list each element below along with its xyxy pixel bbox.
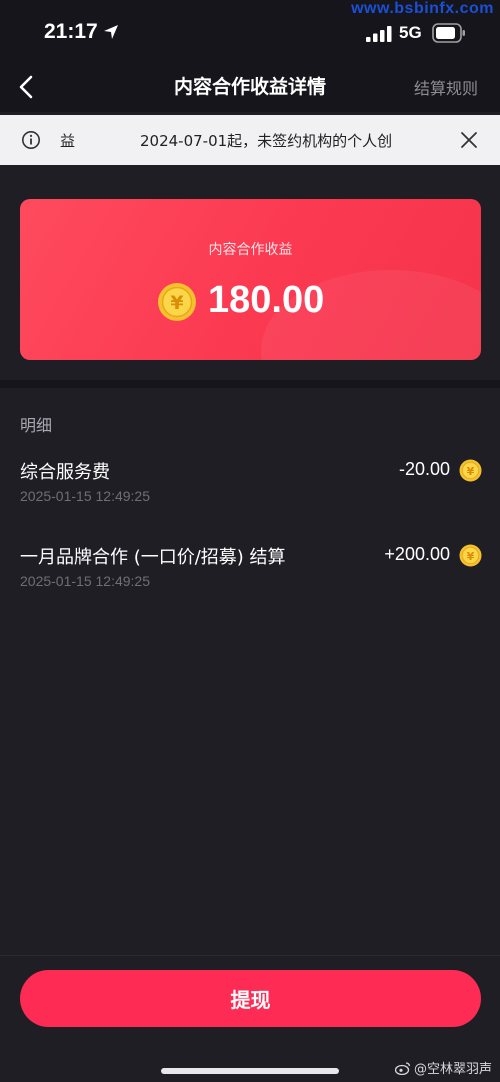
detail-amount: +200.00 [384, 544, 450, 564]
yen-coin-icon: ¥ [459, 544, 482, 567]
home-indicator[interactable] [161, 1068, 339, 1074]
yen-coin-icon: ¥ [459, 459, 482, 482]
detail-title: 一月品牌合作 (一口价/招募) 结算 [20, 547, 286, 568]
details-section-title: 明细 [20, 416, 53, 435]
close-icon[interactable] [460, 131, 478, 149]
weibo-icon [394, 1061, 411, 1075]
earnings-card: 内容合作收益 ¥ 180.00 [20, 199, 481, 360]
nav-header: 内容合作收益详情 结算规则 [0, 62, 500, 112]
battery-icon [432, 23, 465, 43]
earnings-amount: 180.00 [208, 279, 325, 321]
bottom-bar: 提现 @空林翠羽声 [0, 955, 500, 1082]
notice-text: 2024-07-01起，未签约机构的个人创 [140, 132, 393, 150]
status-time: 21:17 [44, 20, 98, 43]
notice-label: 益 [60, 132, 76, 150]
weibo-credit: @空林翠羽声 [394, 1058, 492, 1077]
detail-title: 综合服务费 [20, 462, 110, 483]
svg-text:¥: ¥ [170, 292, 183, 314]
withdraw-button[interactable]: 提现 [20, 970, 481, 1027]
location-arrow-icon [104, 25, 118, 39]
yen-coin-icon: ¥ [158, 283, 196, 321]
svg-text:¥: ¥ [467, 550, 475, 563]
notice-bar[interactable]: 益 2024-07-01起，未签约机构的个人创 [0, 115, 500, 165]
detail-date: 2025-01-15 12:49:25 [20, 573, 150, 589]
signal-icon [366, 26, 392, 42]
detail-amount: -20.00 [398, 459, 450, 479]
svg-text:¥: ¥ [467, 465, 475, 478]
section-divider [0, 380, 500, 388]
info-icon [22, 131, 40, 149]
detail-date: 2025-01-15 12:49:25 [20, 488, 150, 504]
network-label: 5G [399, 23, 422, 42]
detail-row: 一月品牌合作 (一口价/招募) 结算 2025-01-15 12:49:25 +… [20, 543, 482, 603]
detail-row: 综合服务费 2025-01-15 12:49:25 -20.00 ¥ [20, 458, 482, 518]
watermark: www.bsbinfx.com [351, 0, 494, 17]
credit-text: @空林翠羽声 [413, 1062, 492, 1077]
earnings-label: 内容合作收益 [208, 242, 293, 258]
settlement-rules-link[interactable]: 结算规则 [414, 75, 478, 99]
